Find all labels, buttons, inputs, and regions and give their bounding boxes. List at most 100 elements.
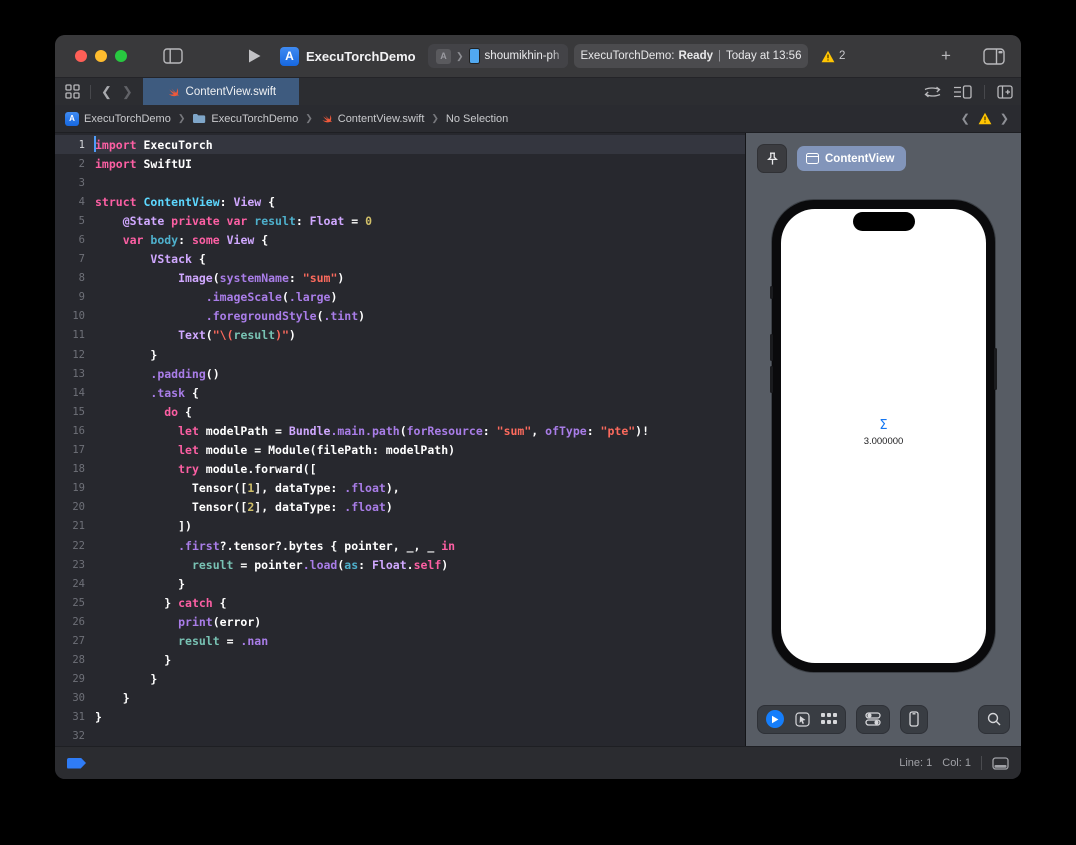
line-number[interactable]: 25 — [55, 597, 85, 609]
line-number[interactable]: 27 — [55, 635, 85, 647]
code-review-icon[interactable] — [924, 86, 941, 98]
line-number[interactable]: 28 — [55, 654, 85, 666]
code-line[interactable]: 19 Tensor([1], dataType: .float), — [55, 479, 745, 498]
editor-layout-icon[interactable] — [983, 48, 1005, 65]
line-number[interactable]: 21 — [55, 520, 85, 532]
code-line[interactable]: 15 do { — [55, 402, 745, 421]
code-line[interactable]: 2import SwiftUI — [55, 154, 745, 173]
code-line[interactable]: 26 print(error) — [55, 612, 745, 631]
adjust-editor-options-icon[interactable] — [953, 85, 972, 99]
pin-preview-button[interactable] — [757, 144, 787, 173]
code-line[interactable]: 9 .imageScale(.large) — [55, 288, 745, 307]
breadcrumb-file[interactable]: ContentView.swift — [320, 112, 425, 125]
previous-issue-icon[interactable]: ❮ — [961, 112, 970, 125]
line-number[interactable]: 4 — [55, 196, 85, 208]
scheme-selector[interactable]: A ❯ shoumikhin-ph — [428, 44, 568, 68]
minimize-window-button[interactable] — [95, 50, 107, 62]
line-number[interactable]: 3 — [55, 177, 85, 189]
line-number[interactable]: 31 — [55, 711, 85, 723]
run-button[interactable] — [247, 48, 262, 64]
line-number[interactable]: 2 — [55, 158, 85, 170]
tab-contentview-swift[interactable]: ContentView.swift — [143, 78, 299, 105]
code-line[interactable]: 8 Image(systemName: "sum") — [55, 269, 745, 288]
code-line[interactable]: 30 } — [55, 689, 745, 708]
activity-status[interactable]: ExecuTorchDemo: Ready | Today at 13:56 — [574, 44, 808, 68]
code-line[interactable]: 29 } — [55, 670, 745, 689]
line-number[interactable]: 16 — [55, 425, 85, 437]
line-number[interactable]: 14 — [55, 387, 85, 399]
zoom-window-button[interactable] — [115, 50, 127, 62]
line-number[interactable]: 32 — [55, 730, 85, 742]
code-line[interactable]: 20 Tensor([2], dataType: .float) — [55, 498, 745, 517]
line-number[interactable]: 20 — [55, 501, 85, 513]
line-number[interactable]: 30 — [55, 692, 85, 704]
source-editor[interactable]: 1import ExecuTorch2import SwiftUI 3 4struc… — [55, 133, 746, 746]
breadcrumb-selection[interactable]: No Selection — [446, 113, 508, 125]
selectable-mode-button[interactable] — [795, 712, 810, 727]
code-line[interactable]: 7 VStack { — [55, 250, 745, 269]
line-number[interactable]: 18 — [55, 463, 85, 475]
breakpoint-icon[interactable] — [67, 758, 86, 769]
code-line[interactable]: 1import ExecuTorch — [55, 135, 745, 154]
variants-mode-button[interactable] — [821, 713, 837, 725]
code-line[interactable]: 4struct ContentView: View { — [55, 192, 745, 211]
code-line[interactable]: 28 } — [55, 651, 745, 670]
device-settings-button[interactable] — [856, 705, 890, 734]
line-number[interactable]: 7 — [55, 253, 85, 265]
code-line[interactable]: 27 result = .nan — [55, 631, 745, 650]
related-items-icon[interactable] — [65, 84, 80, 99]
code-line[interactable]: 3 — [55, 173, 745, 192]
warnings-indicator[interactable]: 2 — [821, 50, 845, 63]
run-destination-name[interactable]: shoumikhin-ph — [485, 50, 560, 62]
code-line[interactable]: 10 .foregroundStyle(.tint) — [55, 307, 745, 326]
code-line[interactable]: 32 — [55, 727, 745, 746]
toggle-debug-area-icon[interactable] — [992, 757, 1009, 770]
code-line[interactable]: 11 Text("\(result)") — [55, 326, 745, 345]
new-tab-button[interactable]: + — [941, 46, 951, 66]
line-number[interactable]: 10 — [55, 310, 85, 322]
line-number[interactable]: 9 — [55, 291, 85, 303]
line-number[interactable]: 22 — [55, 540, 85, 552]
line-number[interactable]: 17 — [55, 444, 85, 456]
close-window-button[interactable] — [75, 50, 87, 62]
line-number[interactable]: 19 — [55, 482, 85, 494]
line-number[interactable]: 15 — [55, 406, 85, 418]
code-line[interactable]: 13 .padding() — [55, 364, 745, 383]
line-number[interactable]: 13 — [55, 368, 85, 380]
code-line[interactable]: 21 ]) — [55, 517, 745, 536]
code-line[interactable]: 23 result = pointer.load(as: Float.self) — [55, 555, 745, 574]
line-number[interactable]: 23 — [55, 559, 85, 571]
code-line[interactable]: 22 .first?.tensor?.bytes { pointer, _, _… — [55, 536, 745, 555]
warning-icon[interactable] — [978, 112, 992, 125]
device-screen[interactable]: Σ 3.000000 — [781, 209, 986, 663]
toggle-navigator-icon[interactable] — [163, 48, 183, 64]
preview-target-pill[interactable]: ContentView — [797, 146, 906, 171]
code-line[interactable]: 18 try module.forward([ — [55, 460, 745, 479]
line-number[interactable]: 5 — [55, 215, 85, 227]
go-forward-icon[interactable]: ❯ — [122, 84, 133, 100]
line-number[interactable]: 26 — [55, 616, 85, 628]
code-line[interactable]: 14 .task { — [55, 383, 745, 402]
code-line[interactable]: 25 } catch { — [55, 593, 745, 612]
code-line[interactable]: 12 } — [55, 345, 745, 364]
zoom-preview-button[interactable] — [978, 705, 1010, 734]
breadcrumb-project[interactable]: A ExecuTorchDemo — [65, 112, 171, 126]
line-number[interactable]: 8 — [55, 272, 85, 284]
line-number[interactable]: 29 — [55, 673, 85, 685]
line-number[interactable]: 11 — [55, 329, 85, 341]
code-line[interactable]: 6 var body: some View { — [55, 230, 745, 249]
device-preview-button[interactable] — [900, 705, 928, 734]
line-number[interactable]: 12 — [55, 349, 85, 361]
add-editor-icon[interactable] — [997, 85, 1013, 99]
next-issue-icon[interactable]: ❯ — [1000, 112, 1009, 125]
line-number[interactable]: 24 — [55, 578, 85, 590]
code-line[interactable]: 31} — [55, 708, 745, 727]
live-preview-button[interactable] — [766, 710, 784, 728]
line-number[interactable]: 1 — [55, 139, 85, 151]
code-line[interactable]: 17 let module = Module(filePath: modelPa… — [55, 441, 745, 460]
code-line[interactable]: 24 } — [55, 574, 745, 593]
line-number[interactable]: 6 — [55, 234, 85, 246]
breadcrumb-group[interactable]: ExecuTorchDemo — [192, 113, 298, 125]
code-line[interactable]: 5 @State private var result: Float = 0 — [55, 211, 745, 230]
code-line[interactable]: 16 let modelPath = Bundle.main.path(forR… — [55, 421, 745, 440]
